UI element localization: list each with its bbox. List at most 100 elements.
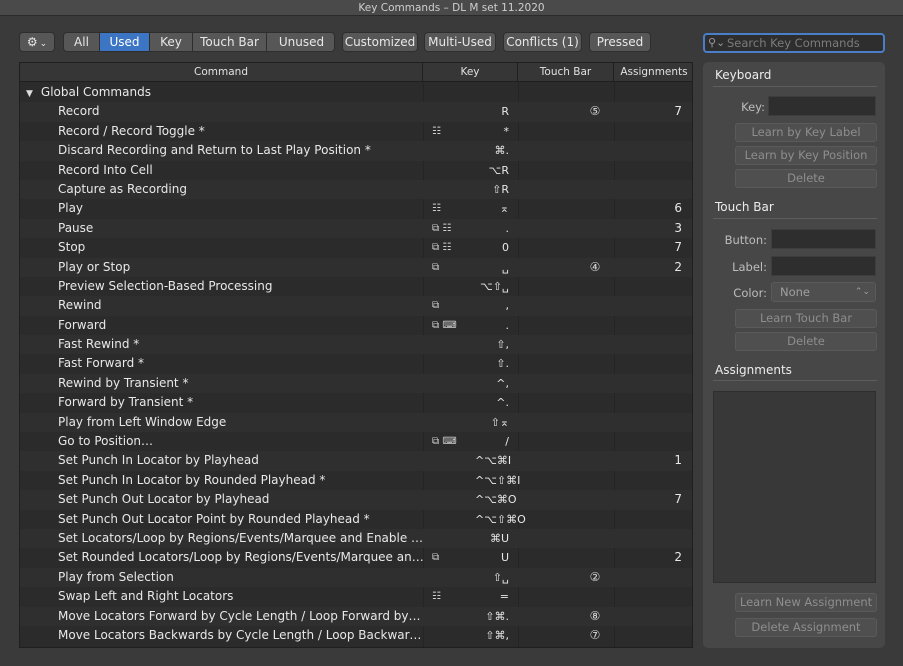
key-source-icons: ⧉ ☷ xyxy=(432,242,452,254)
touch-bar-slot: ② xyxy=(589,569,601,584)
table-row[interactable]: Stop ⧉ ☷ 0 7 xyxy=(20,238,692,257)
learn-touch-bar-button[interactable]: Learn Touch Bar xyxy=(735,309,877,328)
key-shortcut: . xyxy=(505,221,510,235)
color-dropdown[interactable]: None ⌃⌄ xyxy=(771,282,876,302)
command-label: Record / Record Toggle * xyxy=(58,123,205,138)
filter-all[interactable]: All xyxy=(64,33,100,51)
table-row[interactable]: Forward ⧉ ⌨. xyxy=(20,316,692,335)
table-row[interactable]: Set Locators/Loop by Regions/Events/Marq… xyxy=(20,528,692,549)
command-name: Set Rounded Locators/Loop by Regions/Eve… xyxy=(58,548,424,567)
table-row[interactable]: Forward by Transient * ^. xyxy=(20,393,692,412)
table-row[interactable]: Capture as Recording ⇧R xyxy=(20,179,692,200)
table-row[interactable]: Set Punch Out Locator by Playhead ^⌥⌘O 7 xyxy=(20,490,692,510)
key-shortcut: ⇧⌘. xyxy=(485,609,509,623)
table-row[interactable]: Play from Selection ⇧␣ ② xyxy=(20,567,692,588)
command-label: Record Into Cell xyxy=(58,162,153,177)
command-name: Pause xyxy=(58,219,424,238)
filter-key[interactable]: Key xyxy=(150,33,193,51)
keyboard-delete-button[interactable]: Delete xyxy=(735,169,877,188)
table-row[interactable]: Swap Left and Right Locators ☷ = xyxy=(20,587,692,606)
filter-unused[interactable]: Unused xyxy=(267,33,334,51)
group-row[interactable]: ▼ Global Commands xyxy=(20,83,692,102)
col-header-key[interactable]: Key xyxy=(423,63,518,82)
touch-bar-slot: ⑤ xyxy=(589,104,601,119)
table-row[interactable]: Set Punch In Locator by Playhead ^⌥⌘I 1 xyxy=(20,451,692,471)
key-shortcut: * xyxy=(503,124,510,138)
command-label: Pause xyxy=(58,220,94,235)
command-name: Play from Selection xyxy=(58,568,424,587)
command-label: Set Punch Out Locator Point by Rounded P… xyxy=(58,511,370,526)
table-row[interactable]: Rewind by Transient * ^, xyxy=(20,373,692,394)
touch-bar-button-field[interactable] xyxy=(771,229,876,249)
updown-icon: ⌃⌄ xyxy=(854,287,870,297)
command-label: Play xyxy=(58,201,84,216)
key-source-icons: ☷ xyxy=(432,203,441,215)
button-field-label: Button: xyxy=(724,233,767,247)
command-name: Stop xyxy=(58,238,424,257)
key-shortcut: R xyxy=(501,105,509,119)
delete-assignment-button[interactable]: Delete Assignment xyxy=(735,618,877,637)
assignment-count: 2 xyxy=(674,550,682,565)
table-row[interactable]: Record / Record Toggle * ☷ * xyxy=(20,122,692,141)
filter-touch-bar[interactable]: Touch Bar xyxy=(193,33,267,51)
command-name: Fast Rewind * xyxy=(58,335,424,354)
table-row[interactable]: Move Locators Backwards by Cycle Length … xyxy=(20,626,692,645)
key-source-icons: ⧉ xyxy=(432,552,440,564)
table-row[interactable]: Record R ⑤ 7 xyxy=(20,102,692,122)
key-shortcut: ⌥R xyxy=(488,163,509,177)
touch-bar-label-field[interactable] xyxy=(771,256,876,276)
table-row[interactable]: Set Rounded Locators/Loop by Regions/Eve… xyxy=(20,548,692,567)
key-shortcut: ^⌥⌘O xyxy=(475,493,517,507)
table-row[interactable]: Play from Left Window Edge ⇧⌅ xyxy=(20,412,692,433)
table-row[interactable]: Go to Position… ⧉ ⌨ / xyxy=(20,432,692,451)
command-label: Preview Selection-Based Processing xyxy=(58,278,273,293)
col-header-assignments[interactable]: Assignments xyxy=(614,63,692,82)
settings-menu-button[interactable]: ⚙ ⌄ xyxy=(19,32,55,52)
col-header-command[interactable]: Command xyxy=(20,63,423,82)
key-source-icons: ⧉ ⌨ xyxy=(432,319,457,331)
customized-button[interactable]: Customized xyxy=(342,32,418,52)
key-source-icons: ⧉ ☷ xyxy=(432,222,452,234)
table-row[interactable]: Set Punch In Locator by Rounded Playhead… xyxy=(20,471,692,490)
key-shortcut: , xyxy=(505,299,510,313)
pressed-button[interactable]: Pressed xyxy=(589,32,651,52)
multi-used-button[interactable]: Multi-Used xyxy=(424,32,496,52)
command-label: Record xyxy=(58,104,100,119)
key-shortcut: ⇧␣ xyxy=(492,570,509,584)
assignments-list[interactable] xyxy=(713,391,876,583)
learn-by-key-label-button[interactable]: Learn by Key Label xyxy=(735,123,877,142)
table-row[interactable]: Fast Rewind * ⇧, xyxy=(20,335,692,355)
table-row[interactable]: Record Into Cell ⌥R xyxy=(20,161,692,180)
touch-bar-delete-button[interactable]: Delete xyxy=(735,332,877,351)
filter-segmented-control: All Used Key Touch Bar Unused xyxy=(63,32,335,52)
key-shortcut: ⇧⌘, xyxy=(485,628,509,642)
learn-by-key-position-button[interactable]: Learn by Key Position xyxy=(735,146,877,165)
filter-used[interactable]: Used xyxy=(100,33,150,51)
table-row[interactable]: Discard Recording and Return to Last Pla… xyxy=(20,141,692,161)
key-source-icons: ☷ xyxy=(432,591,441,603)
command-name: Set Punch In Locator by Rounded Playhead… xyxy=(58,471,424,490)
command-name: Rewind by Transient * xyxy=(58,374,424,393)
conflicts-button[interactable]: Conflicts (1) xyxy=(503,32,582,52)
key-shortcut: ⌘. xyxy=(494,144,510,158)
key-field[interactable] xyxy=(768,96,876,116)
table-row[interactable]: Play ☷ ⌅ 6 xyxy=(20,199,692,218)
search-field[interactable]: ⚲⌄ xyxy=(703,33,885,53)
table-row[interactable]: Fast Forward * ⇧. xyxy=(20,354,692,373)
key-field-label: Key: xyxy=(741,100,765,114)
search-input[interactable] xyxy=(727,36,877,50)
assignment-count: 3 xyxy=(674,220,682,235)
table-row[interactable]: Rewind ⧉, xyxy=(20,296,692,316)
table-row[interactable]: Play or Stop ⧉ ␣ ④ 2 xyxy=(20,257,692,277)
table-row[interactable]: Move Locators Forward by Cycle Length / … xyxy=(20,606,692,626)
command-label: Play from Left Window Edge xyxy=(58,414,227,429)
command-label: Set Punch In Locator by Rounded Playhead… xyxy=(58,472,326,487)
table-row[interactable]: Preview Selection-Based Processing ⌥⇧␣ xyxy=(20,277,692,296)
table-row[interactable]: Set Punch Out Locator Point by Rounded P… xyxy=(20,510,692,529)
command-name: Move Locators Forward by Cycle Length / … xyxy=(58,607,424,626)
table-row[interactable]: Pause ⧉ ☷. 3 xyxy=(20,218,692,239)
command-name: Forward xyxy=(58,316,424,335)
command-label: Move Locators Backwards by Cycle Length … xyxy=(58,627,424,642)
col-header-touch-bar[interactable]: Touch Bar xyxy=(518,63,614,82)
learn-new-assignment-button[interactable]: Learn New Assignment xyxy=(735,593,877,612)
